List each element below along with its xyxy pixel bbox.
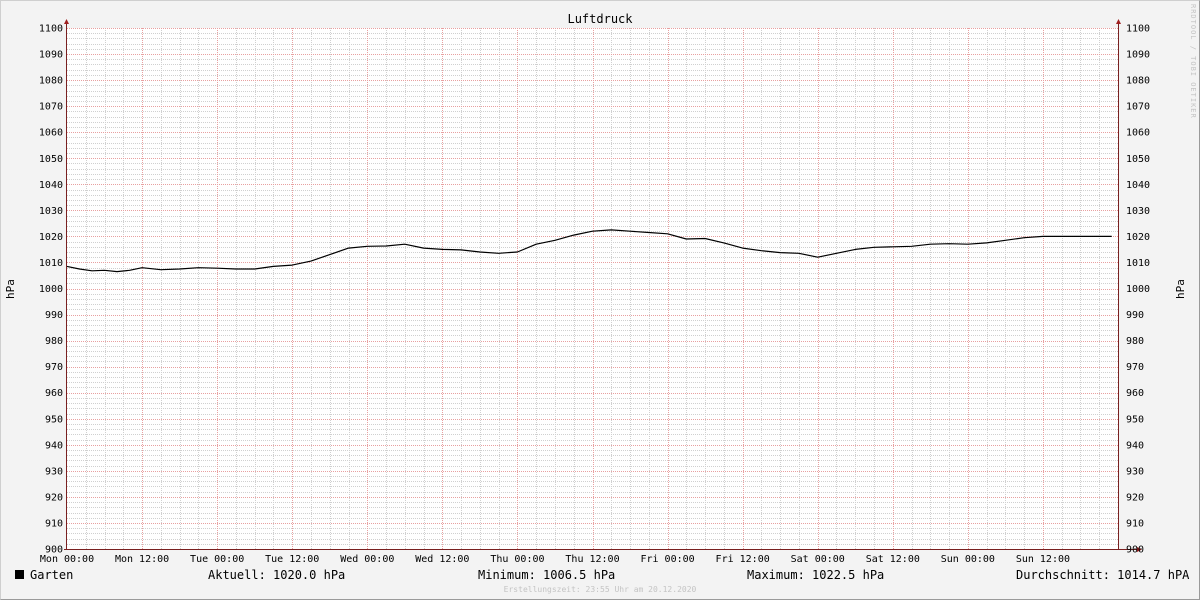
x-tick-label: Tue 12:00 [265, 554, 319, 565]
y-tick-label-right: 960 [1126, 388, 1144, 399]
chart-title: Luftdruck [567, 12, 633, 26]
y-tick-label-right: 1050 [1126, 154, 1150, 165]
y-tick-label-right: 910 [1126, 518, 1144, 529]
legend-aktuell: Aktuell: 1020.0 hPa [208, 568, 346, 582]
y-axis-label-right: hPa [1174, 279, 1187, 299]
y-tick-label-left: 1000 [39, 284, 63, 295]
y-tick-label-right: 1030 [1126, 206, 1150, 217]
x-tick-label: Fri 12:00 [716, 554, 770, 565]
y-tick-label-right: 1060 [1126, 128, 1150, 139]
x-tick-label: Thu 12:00 [565, 554, 619, 565]
y-tick-label-left: 950 [45, 414, 63, 425]
y-tick-label-left: 1030 [39, 206, 63, 217]
y-axis-right-arrow [1116, 19, 1121, 24]
y-tick-label-left: 1060 [39, 128, 63, 139]
y-ticks-right: 900 910 920 930 940 950 960 970 980 990 1000 1010 10… [1126, 24, 1150, 556]
y-tick-label-right: 1040 [1126, 180, 1150, 191]
y-tick-label-left: 1050 [39, 154, 63, 165]
y-tick-label-left: 980 [45, 336, 63, 347]
legend-maximum: Maximum: 1022.5 hPa [747, 568, 885, 582]
x-tick-label: Wed 12:00 [415, 554, 469, 565]
y-tick-label-left: 920 [45, 492, 63, 503]
legend-minimum: Minimum: 1006.5 hPa [478, 568, 616, 582]
y-axis-label-left: hPa [4, 279, 17, 299]
y-tick-label-right: 950 [1126, 414, 1144, 425]
y-tick-label-left: 1040 [39, 180, 63, 191]
y-tick-label-right: 940 [1126, 440, 1144, 451]
watermark: RRDTOOL / TOBI OETIKER [1189, 4, 1197, 119]
y-tick-label-left: 1020 [39, 232, 63, 243]
x-tick-label: Mon 12:00 [115, 554, 169, 565]
y-tick-label-right: 930 [1126, 466, 1144, 477]
y-tick-label-right: 900 [1126, 545, 1144, 556]
chart-svg: Luftdruck 900 910 920 930 940 950 960 970 980 990… [4, 12, 1187, 565]
y-tick-label-right: 920 [1126, 492, 1144, 503]
y-tick-label-right: 1020 [1126, 232, 1150, 243]
x-tick-label: Sat 12:00 [866, 554, 920, 565]
x-ticks: Mon 00:00 Mon 12:00 Tue 00:00 Tue 12:00 Wed … [40, 554, 1070, 565]
y-tick-label-right: 1000 [1126, 284, 1150, 295]
x-tick-label: Tue 00:00 [190, 554, 244, 565]
x-tick-label: Sun 00:00 [941, 554, 995, 565]
y-tick-label-right: 990 [1126, 310, 1144, 321]
y-tick-label-left: 1100 [39, 24, 63, 35]
x-tick-label: Sun 12:00 [1016, 554, 1070, 565]
y-tick-label-left: 940 [45, 440, 63, 451]
legend-durchschnitt: Durchschnitt: 1014.7 hPA [1016, 568, 1190, 582]
y-tick-label-left: 970 [45, 362, 63, 373]
legend-series-name: Garten [30, 568, 74, 582]
y-tick-label-right: 970 [1126, 362, 1144, 373]
y-tick-label-right: 1010 [1126, 258, 1150, 269]
y-tick-label-left: 1010 [39, 258, 63, 269]
y-tick-label-left: 1070 [39, 102, 63, 113]
x-tick-label: Fri 00:00 [640, 554, 694, 565]
y-tick-label-left: 930 [45, 466, 63, 477]
x-tick-label: Thu 00:00 [490, 554, 544, 565]
y-tick-label-left: 960 [45, 388, 63, 399]
y-tick-label-right: 980 [1126, 336, 1144, 347]
footer-timestamp: Erstellungszeit: 23:55 Uhr am 20.12.2020 [503, 585, 697, 594]
plot-area [67, 28, 1118, 549]
legend-swatch [15, 570, 24, 579]
y-axis-left-arrow [64, 19, 69, 24]
x-tick-label: Mon 00:00 [40, 554, 94, 565]
y-tick-label-right: 1070 [1126, 102, 1150, 113]
y-tick-label-right: 1080 [1126, 76, 1150, 87]
y-tick-label-left: 1080 [39, 76, 63, 87]
x-tick-label: Sat 00:00 [791, 554, 845, 565]
y-tick-label-left: 1090 [39, 50, 63, 61]
y-tick-label-right: 1100 [1126, 24, 1150, 35]
y-tick-label-right: 1090 [1126, 50, 1150, 61]
y-ticks-left: 9009109209309409509609709809901000101010… [39, 24, 63, 556]
x-tick-label: Wed 00:00 [340, 554, 394, 565]
y-tick-label-left: 910 [45, 518, 63, 529]
y-tick-label-left: 990 [45, 310, 63, 321]
